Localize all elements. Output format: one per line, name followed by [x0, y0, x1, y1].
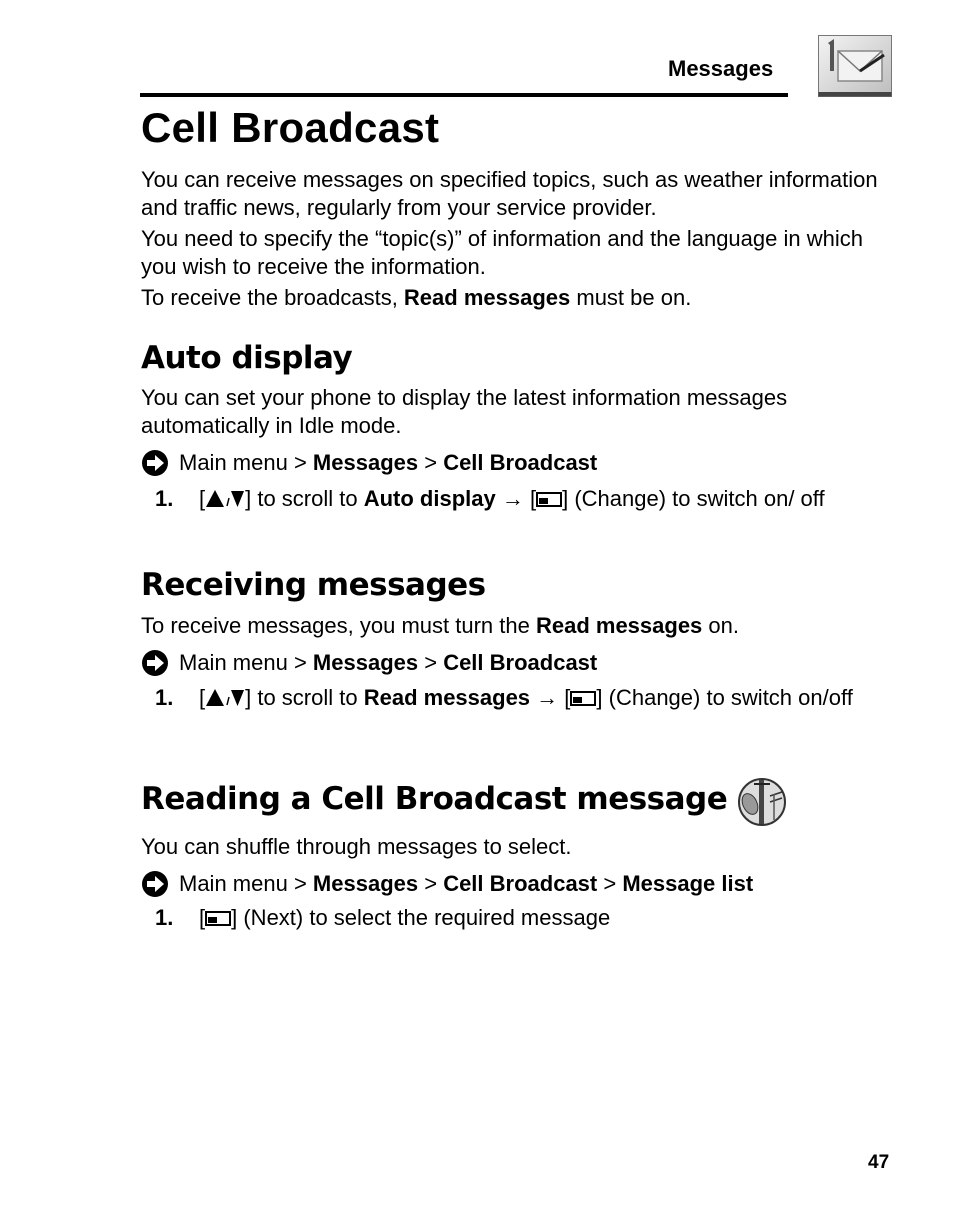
intro-paragraph-2: You need to specify the “topic(s)” of in…: [141, 226, 863, 279]
page-number: 47: [868, 1152, 890, 1173]
menu-path: Main menu > Messages > Cell Broadcast > …: [141, 870, 753, 898]
auto-display-body: You can set your phone to display the la…: [141, 385, 788, 438]
step-item: 1. [] to scroll to Read messages → [] (C…: [155, 685, 853, 710]
heading-receiving-messages: Receiving messages: [141, 567, 486, 603]
page-title: Cell Broadcast: [141, 104, 440, 151]
arrow-circle-icon: [142, 650, 168, 676]
menu-path: Main menu > Messages > Cell Broadcast: [141, 449, 597, 477]
network-service-icon: [738, 778, 786, 826]
heading-reading-message: Reading a Cell Broadcast message: [141, 781, 728, 817]
step-item: 1. [] (Next) to select the required mess…: [155, 905, 611, 930]
receiving-body: To receive messages, you must turn the R…: [141, 613, 739, 638]
reading-body: You can shuffle through messages to sele…: [141, 834, 572, 859]
arrow-circle-icon: [142, 871, 168, 897]
step-item: 1. [] to scroll to Auto display → [] (Ch…: [155, 486, 825, 511]
softkey-icon: [536, 492, 563, 507]
read-messages-term: Read messages: [403, 285, 571, 310]
section-label: Messages: [668, 56, 774, 81]
intro-paragraph-1: You can receive messages on specified to…: [141, 167, 878, 220]
message-envelope-icon: [818, 35, 892, 97]
header-rule: [140, 93, 788, 97]
menu-path: Main menu > Messages > Cell Broadcast: [141, 649, 597, 677]
intro-paragraph-3: To receive the broadcasts, Read messages…: [141, 285, 692, 310]
arrow-right-icon: →: [536, 685, 559, 710]
arrow-right-icon: →: [501, 486, 524, 511]
softkey-icon: [205, 911, 232, 926]
up-down-key-icon: [206, 689, 245, 706]
softkey-icon: [570, 691, 597, 706]
up-down-key-icon: [206, 490, 245, 507]
heading-auto-display: Auto display: [141, 340, 353, 376]
arrow-circle-icon: [142, 450, 168, 476]
